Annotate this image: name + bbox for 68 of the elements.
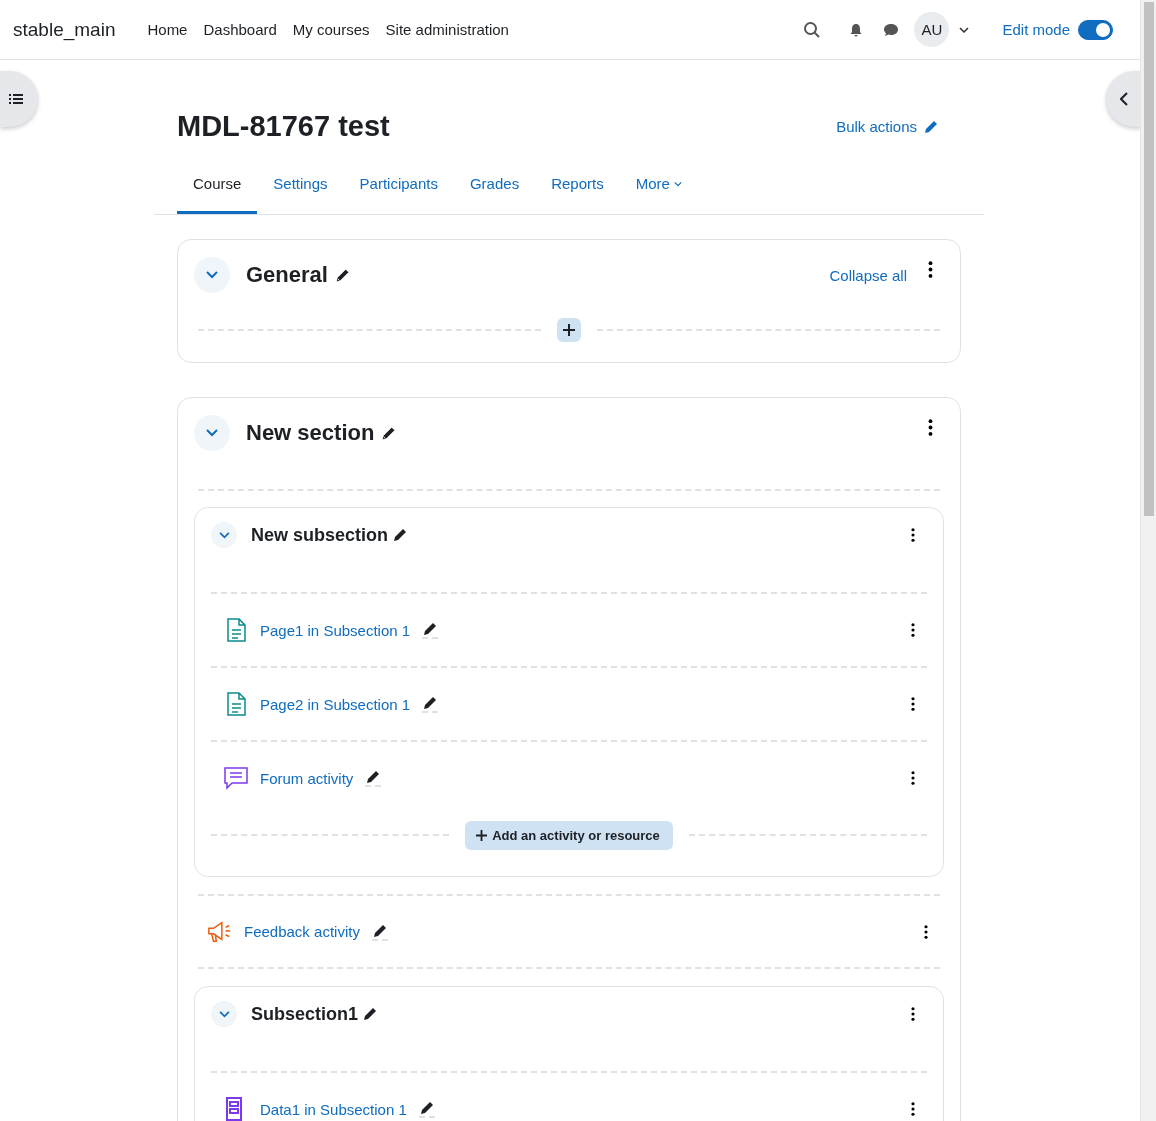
more-options-icon[interactable] — [928, 419, 933, 436]
bell-icon[interactable] — [849, 22, 864, 37]
collapse-button[interactable] — [194, 257, 230, 293]
add-activity-button[interactable]: Add an activity or resource — [465, 820, 673, 850]
nav-link[interactable]: Home — [147, 21, 188, 38]
plus-icon — [563, 324, 575, 336]
tab[interactable]: Course — [177, 163, 258, 214]
activity-link[interactable]: Page1 in Subsection 1 — [260, 621, 411, 639]
edit-mode-label: Edit mode — [1002, 21, 1070, 38]
nav-link[interactable]: Site administration — [385, 21, 509, 38]
more-options-icon[interactable] — [911, 1102, 915, 1116]
chat-icon[interactable] — [883, 22, 900, 37]
user-avatar[interactable]: AU — [914, 12, 950, 47]
scrollbar-thumb[interactable] — [1144, 2, 1154, 516]
pencil-icon[interactable] — [418, 1100, 435, 1118]
subsection-title: New subsection — [251, 524, 389, 546]
activity-link[interactable]: Page2 in Subsection 1 — [260, 695, 411, 713]
chevron-left-icon — [1120, 92, 1128, 106]
collapse-button[interactable] — [211, 522, 237, 548]
pencil-icon[interactable] — [422, 695, 439, 713]
caret-icon[interactable] — [959, 26, 970, 33]
tab[interactable]: Participants — [343, 163, 454, 214]
plus-icon — [476, 829, 488, 841]
course-index-button[interactable] — [0, 71, 38, 127]
activity-link[interactable]: Data1 in Subsection 1 — [260, 1100, 407, 1118]
collapse-button[interactable] — [194, 415, 230, 451]
collapse-all-link[interactable]: Collapse all — [829, 266, 907, 284]
megaphone-icon — [207, 918, 233, 945]
pencil-icon[interactable] — [362, 1006, 379, 1022]
course-title: MDL-81767 test — [177, 110, 391, 143]
chevron-down-icon — [218, 531, 230, 539]
more-options-icon[interactable] — [924, 924, 928, 939]
section-title: New section — [246, 420, 375, 446]
more-options-icon[interactable] — [928, 261, 933, 278]
list-icon — [9, 93, 23, 105]
subsection-title: Subsection1 — [251, 1003, 359, 1025]
tab[interactable]: Reports — [535, 163, 620, 214]
more-options-icon[interactable] — [911, 1007, 915, 1021]
pencil-icon[interactable] — [380, 424, 398, 442]
more-options-icon[interactable] — [911, 528, 915, 542]
edit-mode-switch[interactable] — [1078, 19, 1113, 40]
activity-link[interactable]: Feedback activity — [244, 923, 360, 940]
bulk-actions-link[interactable]: Bulk actions — [836, 118, 939, 135]
more-options-icon[interactable] — [911, 623, 915, 637]
caret-icon — [673, 180, 682, 187]
tab[interactable]: More — [619, 163, 698, 214]
chevron-down-icon — [206, 271, 218, 279]
pencil-icon[interactable] — [392, 527, 409, 543]
add-content-button[interactable] — [557, 318, 581, 342]
nav-link[interactable]: Dashboard — [203, 21, 277, 38]
section-title: General — [246, 262, 328, 288]
more-options-icon[interactable] — [911, 771, 915, 785]
tab[interactable]: Settings — [257, 163, 344, 214]
pencil-icon[interactable] — [422, 621, 439, 639]
more-options-icon[interactable] — [911, 697, 915, 711]
site-name[interactable]: stable_main — [13, 18, 116, 41]
tab[interactable]: Grades — [453, 163, 536, 214]
collapse-button[interactable] — [211, 1001, 237, 1027]
pencil-icon[interactable] — [333, 266, 351, 284]
search-icon[interactable] — [803, 20, 822, 39]
chevron-down-icon — [206, 429, 218, 437]
pencil-icon — [923, 118, 939, 135]
chevron-down-icon — [218, 1010, 230, 1018]
pencil-icon[interactable] — [371, 922, 388, 941]
activity-link[interactable]: Forum activity — [260, 769, 354, 787]
pencil-icon[interactable] — [365, 769, 382, 787]
nav-link[interactable]: My courses — [292, 21, 370, 38]
speech-bubble-icon — [223, 765, 249, 791]
